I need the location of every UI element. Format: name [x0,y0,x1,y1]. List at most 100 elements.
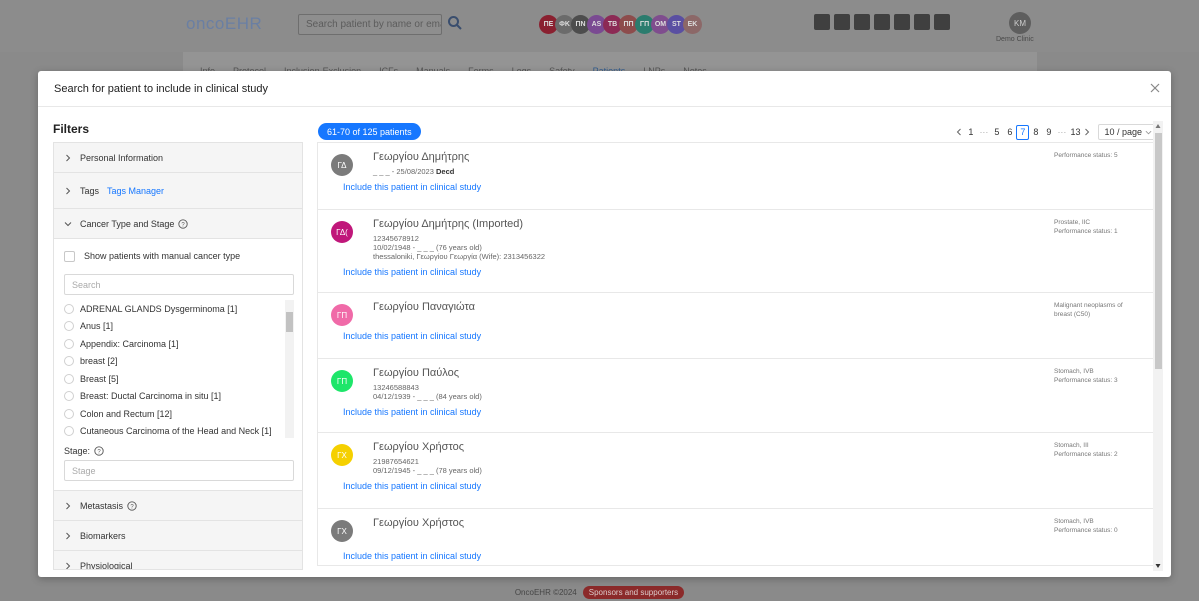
patient-name[interactable]: Γεωργίου Παναγιώτα [373,301,475,313]
stage-label: Stage: [64,446,91,456]
calendar-icon[interactable] [814,14,830,30]
patient-name[interactable]: Γεωργίου Δημήτρης (Imported) [373,218,523,230]
cancer-type-option[interactable]: breast [2] [64,353,294,371]
search-icon[interactable] [447,15,463,31]
patient-dob: 09/12/1945 - _ _ _ (78 years old) [373,466,482,475]
cancer-type-option[interactable]: Cutaneous Carcinoma of the Head and Neck… [64,423,294,439]
page-item[interactable]: 9 [1042,127,1055,137]
monitor-icon[interactable] [934,14,950,30]
page-item[interactable]: 5 [990,127,1003,137]
mail-icon[interactable] [834,14,850,30]
help-icon[interactable]: ? [178,218,189,229]
clinic-name: Demo Clinic [996,36,1034,43]
patient-id-line: 12345678912 [373,234,419,243]
prev-page-icon[interactable] [954,127,964,137]
cancer-type-option[interactable]: ADRENAL GLANDS Dysgerminoma [1] [64,300,294,318]
user-avatar[interactable]: KM [1009,12,1031,34]
cancer-type-option[interactable]: Appendix: Carcinoma [1] [64,335,294,353]
include-patient-link[interactable]: Include this patient in clinical study [343,267,481,277]
cancer-search-input[interactable]: Search [64,274,294,295]
patient-avatar[interactable]: ΓΠ [331,370,353,392]
patient-name[interactable]: Γεωργίου Παύλος [373,367,459,379]
chevron-right-icon [66,154,71,161]
chevron-right-icon [66,562,71,569]
help-icon[interactable]: ? [127,500,137,511]
scroll-up-icon[interactable] [1155,123,1161,129]
include-patient-link[interactable]: Include this patient in clinical study [343,407,481,417]
filter-biomarkers[interactable]: Biomarkers [54,521,302,551]
app-logo[interactable]: oncoEHR [186,14,262,34]
page-item-active[interactable]: 7 [1016,124,1030,140]
page-item[interactable]: 1 [964,127,977,137]
clipboard-icon[interactable] [854,14,870,30]
patient-avatar[interactable]: ΓΔ( [331,221,353,243]
filters-title: Filters [53,122,90,136]
filter-tags[interactable]: Tags Tags Manager [54,173,302,209]
radio-button[interactable] [64,426,74,437]
scroll-down-icon[interactable] [1155,563,1161,569]
patient-id-line: 21987654621 [373,457,419,466]
patient-avatar[interactable]: ΓΠ [331,304,353,326]
radio-button[interactable] [64,338,74,349]
radio-button[interactable] [64,373,74,384]
radio-button[interactable] [64,408,74,419]
page-size-select[interactable]: 10 / page [1098,124,1158,140]
flask-icon[interactable] [874,14,890,30]
include-patient-link[interactable]: Include this patient in clinical study [343,331,481,341]
help-icon[interactable]: ? [94,446,104,456]
manual-cancer-checkbox-row[interactable]: Show patients with manual cancer type [64,245,292,267]
radio-button[interactable] [64,303,74,314]
filter-metastasis[interactable]: Metastasis ? [54,491,302,521]
patient-row: ΓΠ Γεωργίου Παναγιώτα Include this patient… [318,293,1153,359]
patient-id-line: 13246588843 [373,383,419,392]
modal-header: Search for patient to include in clinica… [38,71,1171,107]
manual-cancer-checkbox[interactable] [64,250,75,262]
next-page-icon[interactable] [1082,127,1092,137]
patient-status: Performance status: 0 [1054,527,1118,534]
radio-button[interactable] [64,321,74,332]
patient-avatar[interactable]: ΓΧ [331,520,353,542]
patient-id-line: _ _ _ - 25/08/2023 Decd [373,167,454,176]
patient-name[interactable]: Γεωργίου Δημήτρης [373,151,469,163]
tags-manager-link[interactable]: Tags Manager [107,186,164,196]
filter-personal-information[interactable]: Personal Information [54,143,302,173]
stage-select[interactable]: Stage [64,460,294,481]
radio-button[interactable] [64,356,74,367]
page-item[interactable]: 13 [1068,127,1082,137]
radio-button[interactable] [64,391,74,402]
patient-diagnosis: Malignant neoplasms of [1054,302,1123,309]
patient-search-input[interactable]: Search patient by name or email [298,14,442,35]
patient-id: 13246588843 [373,383,419,392]
close-icon[interactable] [1147,80,1163,96]
cancer-type-option[interactable]: Breast [5] [64,370,294,388]
cancer-type-option[interactable]: Breast: Ductal Carcinoma in situ [1] [64,388,294,406]
filter-physiological[interactable]: Physiological [54,551,302,569]
scrollbar-thumb[interactable] [1155,133,1162,369]
cancer-list-scrollbar[interactable] [285,300,294,438]
modal-scrollbar[interactable] [1153,121,1163,571]
sponsors-link[interactable]: Sponsors and supporters [582,586,685,599]
cancer-type-label: Cutaneous Carcinoma of the Head and Neck… [80,426,272,437]
user-badge[interactable]: ΕΚ [683,15,702,34]
cancer-type-option[interactable]: Anus [1] [64,318,294,336]
page-item[interactable]: 8 [1029,127,1042,137]
patient-avatar[interactable]: ΓΧ [331,444,353,466]
patient-avatar[interactable]: ΓΔ [331,154,353,176]
include-patient-link[interactable]: Include this patient in clinical study [343,481,481,491]
patient-diagnosis: Prostate, IIC [1054,219,1091,226]
include-patient-link[interactable]: Include this patient in clinical study [343,551,481,561]
calculator-icon[interactable] [914,14,930,30]
patient-name[interactable]: Γεωργίου Χρήστος [373,517,464,529]
scrollbar-thumb[interactable] [286,312,293,332]
pills-icon[interactable] [894,14,910,30]
cancer-type-label: Colon and Rectum [12] [80,408,173,419]
page-ellipsis[interactable]: ··· [1055,127,1068,137]
patient-name[interactable]: Γεωργίου Χρήστος [373,441,464,453]
include-patient-link[interactable]: Include this patient in clinical study [343,182,481,192]
filter-section-label: Biomarkers [80,530,126,541]
filter-cancer-type-stage[interactable]: Cancer Type and Stage ? [54,209,302,239]
cancer-type-option[interactable]: Colon and Rectum [12] [64,405,294,423]
page-ellipsis[interactable]: ··· [977,127,990,137]
page-item[interactable]: 6 [1003,127,1016,137]
deceased-label: Decd [435,167,455,176]
